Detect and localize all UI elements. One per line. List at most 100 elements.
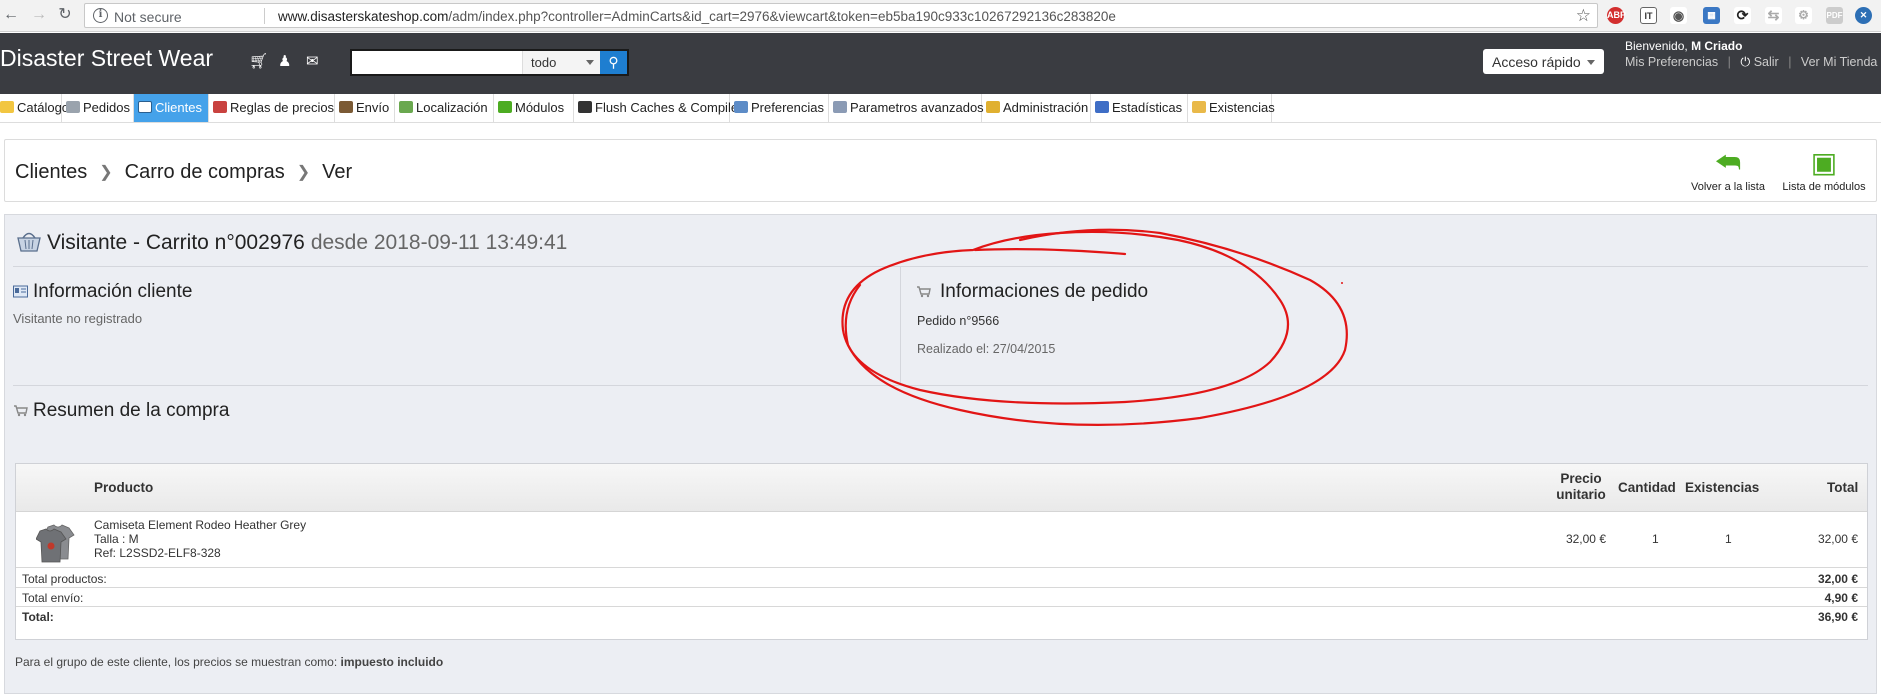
messages-icon[interactable]: ✉ bbox=[306, 52, 319, 70]
cart-panel: Visitante - Carrito n°002976 desde 2018-0… bbox=[4, 214, 1877, 694]
total-value: 36,90 € bbox=[1817, 610, 1858, 624]
tab-icon bbox=[833, 101, 847, 113]
chevron-down-icon bbox=[1587, 60, 1595, 65]
tab-icon bbox=[498, 101, 512, 113]
power-icon: ⏻ bbox=[1740, 55, 1751, 69]
price-display-note: Para el grupo de este cliente, los preci… bbox=[15, 655, 444, 669]
security-label: Not secure bbox=[114, 9, 182, 25]
puzzle-icon: ▣ bbox=[1810, 147, 1838, 178]
search-input[interactable] bbox=[352, 51, 520, 74]
customers-icon[interactable]: ♟ bbox=[278, 52, 291, 70]
return-arrow-icon: ⮪ bbox=[1714, 147, 1742, 178]
pdf-icon[interactable]: PDF bbox=[1826, 7, 1843, 24]
total-label: Total envío: bbox=[22, 591, 84, 605]
total-label: Total productos: bbox=[22, 572, 107, 586]
table-header: Producto Precio unitario Cantidad Existen… bbox=[16, 464, 1867, 512]
address-bar[interactable]: i Not secure www.disasterskateshop.com/a… bbox=[84, 3, 1598, 28]
tab-label: Administración bbox=[1003, 100, 1089, 115]
quick-access-dropdown[interactable]: Acceso rápido bbox=[1483, 49, 1604, 74]
tab-existencias[interactable]: Existencias bbox=[1188, 94, 1275, 122]
tab-label: Parametros avanzados bbox=[850, 100, 984, 115]
it-extension-icon[interactable]: IT bbox=[1640, 7, 1657, 24]
refresh-extension-icon[interactable]: ⇆ bbox=[1765, 7, 1782, 24]
my-preferences-link[interactable]: Mis Preferencias bbox=[1625, 55, 1718, 69]
shop-name[interactable]: Disaster Street Wear bbox=[0, 45, 213, 72]
order-number-link[interactable]: Pedido n°9566 bbox=[917, 314, 999, 328]
column-divider bbox=[900, 267, 901, 385]
tab-label: Localización bbox=[416, 100, 488, 115]
tab-flush-caches-compile[interactable]: Flush Caches & Compile bbox=[574, 94, 738, 122]
info-icon[interactable]: i bbox=[93, 8, 108, 23]
breadcrumb-item-clientes[interactable]: Clientes bbox=[15, 161, 87, 183]
tab-parametros-avanzados[interactable]: Parametros avanzados bbox=[829, 94, 984, 122]
col-quantity: Cantidad bbox=[1618, 480, 1676, 495]
breadcrumb-item-carts[interactable]: Carro de compras bbox=[125, 161, 285, 183]
product-name-link[interactable]: Camiseta Element Rodeo Heather Grey bbox=[94, 518, 306, 532]
url-text[interactable]: www.disasterskateshop.com/adm/index.php?… bbox=[278, 9, 1116, 24]
main-menu: Catálogo Pedidos Clientes Reglas de precios… bbox=[0, 94, 1881, 123]
reload-icon[interactable]: ↻ bbox=[56, 6, 74, 24]
modules-list-button[interactable]: ▣ Lista de módulos bbox=[1778, 147, 1870, 194]
page-content: Clientes ❯ Carro de compras ❯ Ver ⮪ Volver a… bbox=[0, 124, 1881, 694]
product-quantity: 1 bbox=[1652, 532, 1659, 546]
breadcrumb-item-view: Ver bbox=[322, 161, 353, 183]
tab-localizaci-n[interactable]: Localización bbox=[395, 94, 494, 122]
tab-estad-sticas[interactable]: Estadísticas bbox=[1091, 94, 1188, 122]
search-scope-select[interactable]: todo bbox=[522, 51, 600, 74]
basket-icon bbox=[17, 232, 41, 252]
search-button[interactable]: ⚲ bbox=[600, 51, 627, 74]
row-divider bbox=[16, 587, 1867, 588]
col-unit-price: Precio unitario bbox=[1556, 471, 1606, 502]
view-store-link[interactable]: Ver Mi Tienda bbox=[1801, 55, 1877, 69]
cart-icon[interactable]: 🛒︎ bbox=[249, 52, 268, 70]
welcome-text: Bienvenido, M Criado bbox=[1625, 39, 1743, 53]
tab-cat-logo[interactable]: Catálogo bbox=[0, 94, 69, 122]
eye-icon[interactable]: ◉ bbox=[1670, 7, 1687, 24]
tab-icon bbox=[0, 101, 14, 113]
product-total: 32,00 € bbox=[1817, 532, 1858, 546]
tab-icon bbox=[339, 101, 353, 113]
order-info-title: Informaciones de pedido bbox=[916, 281, 1148, 303]
col-stock: Existencias bbox=[1685, 480, 1760, 495]
customer-type: Visitante no registrado bbox=[13, 311, 143, 326]
adblock-icon[interactable]: ABP bbox=[1607, 7, 1626, 24]
product-reference: Ref: L2SSD2-ELF8-328 bbox=[94, 546, 221, 560]
tab-preferencias[interactable]: Preferencias bbox=[730, 94, 829, 122]
sync-icon[interactable]: ⟳ bbox=[1734, 7, 1751, 24]
tab-reglas-de-precios[interactable]: Reglas de precios bbox=[209, 94, 335, 122]
divider bbox=[13, 385, 1868, 386]
product-thumbnail[interactable] bbox=[36, 521, 76, 563]
product-size: Talla : M bbox=[94, 532, 139, 546]
tab-administraci-n[interactable]: Administración bbox=[982, 94, 1091, 122]
total-label: Total: bbox=[22, 610, 54, 624]
header-links: Mis Preferencias | ⏻ Salir | Ver Mi Tien… bbox=[1625, 55, 1878, 70]
row-divider bbox=[16, 606, 1867, 607]
forward-arrow-icon[interactable]: → bbox=[30, 6, 48, 24]
tab-label: Flush Caches & Compile bbox=[595, 100, 739, 115]
col-product: Producto bbox=[94, 480, 154, 495]
tab-m-dulos[interactable]: Módulos bbox=[494, 94, 574, 122]
back-to-list-button[interactable]: ⮪ Volver a la lista bbox=[1688, 147, 1768, 194]
tab-icon bbox=[1095, 101, 1109, 113]
calendar-icon[interactable]: ▦ bbox=[1703, 7, 1720, 24]
chevron-right-icon: ❯ bbox=[296, 164, 311, 181]
employee-name: M Criado bbox=[1691, 39, 1743, 53]
tab-label: Clientes bbox=[155, 100, 202, 115]
tab-clientes[interactable]: Clientes bbox=[134, 94, 209, 122]
puzzle-extension-icon[interactable]: ⚙ bbox=[1795, 7, 1812, 24]
cart-since: desde 2018-09-11 13:49:41 bbox=[310, 231, 568, 254]
search-icon: ⚲ bbox=[608, 54, 619, 70]
bookmark-star-icon[interactable]: ☆ bbox=[1576, 6, 1591, 26]
products-table: Producto Precio unitario Cantidad Existen… bbox=[15, 463, 1868, 640]
order-date: Realizado el: 27/04/2015 bbox=[917, 342, 1056, 356]
tab-pedidos[interactable]: Pedidos bbox=[62, 94, 134, 122]
extension-x-icon[interactable]: ✕ bbox=[1855, 7, 1872, 24]
tab-label: Estadísticas bbox=[1112, 100, 1183, 115]
tab-icon bbox=[734, 101, 748, 113]
breadcrumb: Clientes ❯ Carro de compras ❯ Ver bbox=[15, 161, 352, 184]
tab-icon bbox=[138, 101, 152, 113]
back-arrow-icon[interactable]: ← bbox=[2, 6, 20, 24]
logout-link[interactable]: ⏻ Salir bbox=[1740, 55, 1778, 70]
total-value: 4,90 € bbox=[1824, 591, 1858, 605]
tab-env-o[interactable]: Envío bbox=[335, 94, 395, 122]
